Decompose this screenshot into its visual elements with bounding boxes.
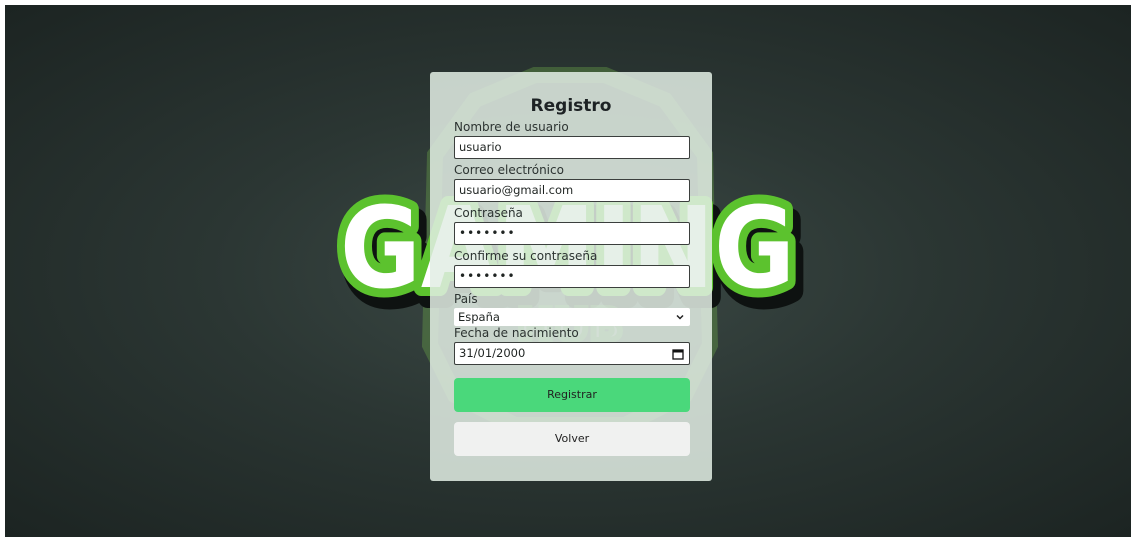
- calendar-icon[interactable]: [672, 348, 684, 360]
- password-label: Contraseña: [454, 206, 523, 220]
- birthdate-value: 31/01/2000: [459, 346, 526, 360]
- chevron-down-icon: [676, 314, 684, 320]
- username-label: Nombre de usuario: [454, 120, 569, 134]
- password-input[interactable]: •••••••: [454, 222, 690, 245]
- page-background: GAMING GAMING GAMING HUB Registro Nombre…: [5, 5, 1131, 537]
- username-input[interactable]: usuario: [454, 136, 690, 159]
- back-button[interactable]: Volver: [454, 422, 690, 456]
- confirm-password-input[interactable]: •••••••: [454, 265, 690, 288]
- birthdate-label: Fecha de nacimiento: [454, 326, 579, 340]
- form-title: Registro: [530, 96, 612, 116]
- register-form: Registro Nombre de usuario usuario Corre…: [430, 72, 712, 481]
- email-input[interactable]: usuario@gmail.com: [454, 179, 690, 202]
- confirm-password-label: Confirme su contraseña: [454, 249, 598, 263]
- country-select[interactable]: España: [454, 308, 690, 326]
- country-label: País: [454, 292, 478, 306]
- register-button[interactable]: Registrar: [454, 378, 690, 412]
- birthdate-input[interactable]: 31/01/2000: [454, 342, 690, 365]
- country-select-value: España: [458, 310, 500, 324]
- email-label: Correo electrónico: [454, 163, 564, 177]
